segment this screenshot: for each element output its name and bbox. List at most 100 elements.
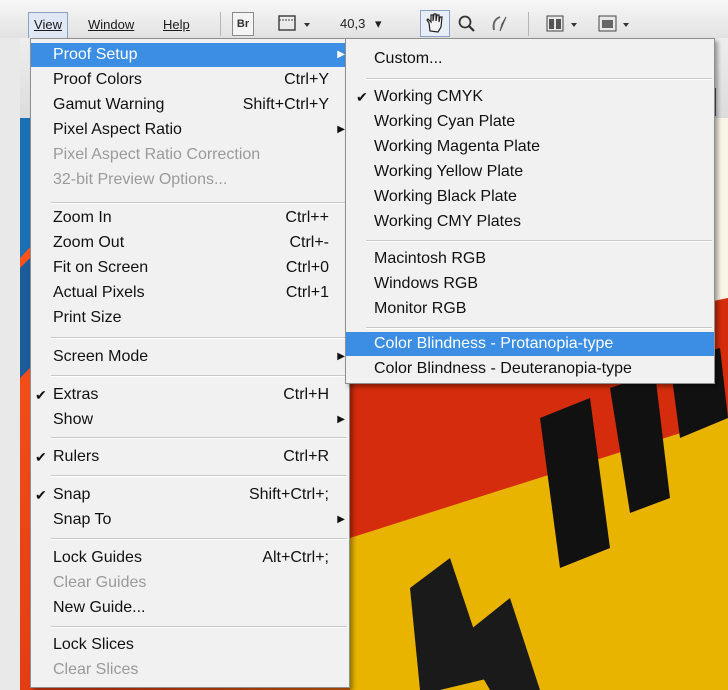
menu-item-working-cmyk[interactable]: ✔ Working CMYK	[346, 85, 714, 109]
menu-item-label: Lock Slices	[53, 636, 134, 653]
menu-item-label: Gamut Warning	[53, 96, 165, 113]
hand-tool-button[interactable]	[420, 10, 450, 37]
menu-item-snap-to[interactable]: Snap To ▶	[31, 508, 349, 532]
menu-item-shortcut: Alt+Ctrl+;	[262, 549, 329, 566]
rotate-view-icon	[492, 16, 507, 32]
menu-item-shortcut: Ctrl+0	[285, 259, 329, 276]
zoom-level-value: 40,3	[340, 16, 366, 31]
menu-item-clear-guides: Clear Guides	[31, 571, 349, 595]
arrange-documents-icon	[546, 15, 577, 32]
menu-item-pixel-aspect-ratio[interactable]: Pixel Aspect Ratio ▶	[31, 118, 349, 142]
submenu-arrow-icon: ▶	[337, 414, 345, 425]
proof-setup-submenu: Custom... ✔ Working CMYK Working Cyan Pl…	[345, 38, 715, 384]
menu-item-proof-colors[interactable]: Proof Colors Ctrl+Y	[31, 68, 349, 92]
zoom-tool-button[interactable]	[456, 12, 478, 36]
menu-separator	[51, 475, 347, 477]
menu-item-new-guide[interactable]: New Guide...	[31, 596, 349, 620]
zoom-level-dropdown[interactable]: 40,3 ▾	[340, 12, 400, 36]
menu-item-label: Snap	[53, 486, 91, 503]
menu-item-32bit-preview-options: 32-bit Preview Options...	[31, 168, 349, 192]
menu-help[interactable]: Help	[163, 15, 190, 35]
menu-item-label: Zoom Out	[53, 234, 125, 251]
menu-item-label: Clear Slices	[53, 661, 139, 678]
menu-item-working-black-plate[interactable]: Working Black Plate	[346, 185, 714, 209]
menu-item-zoom-out[interactable]: Zoom Out Ctrl+-	[31, 231, 349, 255]
menu-item-shortcut: Ctrl+1	[285, 284, 329, 301]
menu-item-proof-setup[interactable]: Proof Setup ▶	[31, 43, 349, 67]
rotate-view-button[interactable]	[488, 12, 512, 36]
menu-item-working-cyan-plate[interactable]: Working Cyan Plate	[346, 110, 714, 134]
checkmark-icon: ✔	[356, 89, 368, 105]
menu-item-zoom-in[interactable]: Zoom In Ctrl++	[31, 206, 349, 230]
menu-separator	[51, 626, 347, 628]
menu-item-working-yellow-plate[interactable]: Working Yellow Plate	[346, 160, 714, 184]
menu-item-pixel-aspect-ratio-correction: Pixel Aspect Ratio Correction	[31, 143, 349, 167]
menu-item-color-blindness-protanopia[interactable]: Color Blindness - Protanopia-type	[346, 332, 714, 356]
menu-item-label: Fit on Screen	[53, 259, 149, 276]
magnifier-icon	[458, 15, 475, 32]
menu-item-label: Show	[53, 411, 94, 428]
menu-item-snap[interactable]: ✔ Snap Shift+Ctrl+;	[31, 483, 349, 507]
menu-separator	[51, 375, 347, 377]
hand-icon	[426, 13, 443, 33]
bridge-button[interactable]: Br	[232, 12, 254, 36]
menu-item-clear-slices: Clear Slices	[31, 658, 349, 682]
menu-item-actual-pixels[interactable]: Actual Pixels Ctrl+1	[31, 281, 349, 305]
menu-item-screen-mode[interactable]: Screen Mode ▶	[31, 345, 349, 369]
menu-item-shortcut: Shift+Ctrl+;	[248, 486, 329, 503]
menu-item-label: Working CMY Plates	[374, 213, 522, 230]
menu-item-gamut-warning[interactable]: Gamut Warning Shift+Ctrl+Y	[31, 93, 349, 117]
menu-item-label: Working Magenta Plate	[374, 138, 541, 155]
menu-item-label: Working Cyan Plate	[374, 113, 516, 130]
menu-item-macintosh-rgb[interactable]: Macintosh RGB	[346, 247, 714, 271]
view-extras-button[interactable]	[276, 12, 318, 36]
menu-item-color-blindness-deuteranopia[interactable]: Color Blindness - Deuteranopia-type	[346, 357, 714, 381]
dropdown-arrow-icon: ▾	[374, 16, 382, 31]
menu-item-label: Screen Mode	[53, 348, 149, 365]
menu-item-shortcut: Ctrl+H	[283, 386, 329, 403]
checkmark-icon: ✔	[35, 449, 47, 465]
menu-item-custom[interactable]: Custom...	[346, 47, 714, 71]
menu-window[interactable]: Window	[88, 15, 134, 35]
menu-item-lock-guides[interactable]: Lock Guides Alt+Ctrl+;	[31, 546, 349, 570]
menu-item-label: 32-bit Preview Options...	[53, 171, 228, 188]
menu-item-label: Working Black Plate	[374, 188, 517, 205]
menu-item-show[interactable]: Show ▶	[31, 408, 349, 432]
menu-separator	[366, 78, 712, 80]
tools-panel-edge	[0, 38, 21, 690]
menu-item-label: Lock Guides	[53, 549, 142, 566]
menu-item-label: Working CMYK	[374, 88, 484, 105]
menu-item-label: Rulers	[53, 448, 100, 465]
view-menu-dropdown: Proof Setup ▶ Proof Colors Ctrl+Y Gamut …	[30, 38, 350, 688]
submenu-arrow-icon: ▶	[337, 124, 345, 135]
menu-item-rulers[interactable]: ✔ Rulers Ctrl+R	[31, 445, 349, 469]
menu-item-label: Color Blindness - Protanopia-type	[374, 335, 614, 352]
menu-item-label: Working Yellow Plate	[374, 163, 524, 180]
menu-separator	[51, 437, 347, 439]
menu-item-working-cmy-plates[interactable]: Working CMY Plates	[346, 210, 714, 234]
application-menubar: View Window Help Br 40,3 ▾	[0, 0, 728, 39]
menu-item-label: Proof Setup	[53, 46, 138, 63]
menu-item-label: Monitor RGB	[374, 300, 467, 317]
menu-separator	[366, 240, 712, 242]
menu-item-label: Color Blindness - Deuteranopia-type	[374, 360, 632, 377]
menu-item-working-magenta-plate[interactable]: Working Magenta Plate	[346, 135, 714, 159]
arrange-documents-button[interactable]	[544, 12, 584, 36]
menu-item-fit-on-screen[interactable]: Fit on Screen Ctrl+0	[31, 256, 349, 280]
menu-item-label: Actual Pixels	[53, 284, 145, 301]
menu-item-label: Zoom In	[53, 209, 112, 226]
menu-item-print-size[interactable]: Print Size	[31, 306, 349, 330]
menu-item-lock-slices[interactable]: Lock Slices	[31, 633, 349, 657]
checkmark-icon: ✔	[35, 387, 47, 403]
screen-mode-button[interactable]	[596, 12, 636, 36]
menu-item-label: Clear Guides	[53, 574, 147, 591]
menu-item-label: Print Size	[53, 309, 122, 326]
menu-item-label: Pixel Aspect Ratio	[53, 121, 182, 138]
menu-view[interactable]: View	[28, 12, 68, 38]
submenu-arrow-icon: ▶	[337, 514, 345, 525]
menu-separator	[51, 337, 347, 339]
menu-item-windows-rgb[interactable]: Windows RGB	[346, 272, 714, 296]
menu-item-monitor-rgb[interactable]: Monitor RGB	[346, 297, 714, 321]
menu-item-extras[interactable]: ✔ Extras Ctrl+H	[31, 383, 349, 407]
menu-item-label: Proof Colors	[53, 71, 142, 88]
